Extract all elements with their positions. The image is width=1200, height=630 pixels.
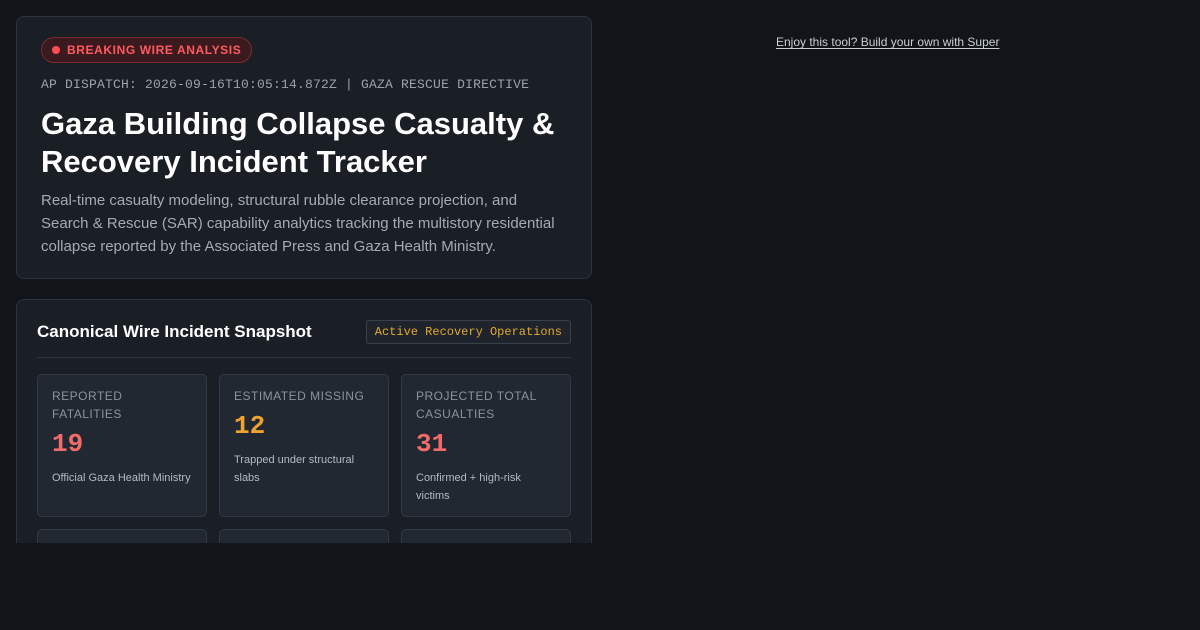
status-badge: Active Recovery Operations bbox=[365, 320, 571, 344]
page-title: Gaza Building Collapse Casualty & Recove… bbox=[41, 106, 555, 179]
metric-card-partial bbox=[219, 529, 389, 543]
incident-snapshot-card: Canonical Wire Incident Snapshot Active … bbox=[16, 299, 592, 543]
hero-card: BREAKING WIRE ANALYSIS AP DISPATCH: 2026… bbox=[16, 16, 592, 279]
metric-card-total-casualties: Projected Total Casualties 31 Confirmed … bbox=[401, 374, 571, 517]
breaking-badge: BREAKING WIRE ANALYSIS bbox=[41, 37, 253, 63]
metric-value: 12 bbox=[234, 411, 266, 441]
metric-value: 19 bbox=[52, 429, 84, 459]
snapshot-title: Canonical Wire Incident Snapshot bbox=[37, 322, 312, 341]
breaking-badge-label: BREAKING WIRE ANALYSIS bbox=[67, 43, 242, 57]
snapshot-header: Canonical Wire Incident Snapshot Active … bbox=[37, 320, 571, 358]
metrics-grid: Reported Fatalities 19 Official Gaza Hea… bbox=[37, 374, 571, 543]
main-column: BREAKING WIRE ANALYSIS AP DISPATCH: 2026… bbox=[16, 16, 592, 543]
metric-label: Projected Total Casualties bbox=[416, 389, 537, 421]
metric-card-partial bbox=[37, 529, 207, 543]
metric-note: Official Gaza Health Ministry bbox=[52, 472, 191, 484]
metric-value: 31 bbox=[416, 429, 448, 459]
metric-card-missing: Estimated Missing 12 Trapped under struc… bbox=[219, 374, 389, 517]
page-description: Real-time casualty modeling, structural … bbox=[41, 192, 555, 255]
metric-note: Confirmed + high-risk victims bbox=[416, 472, 521, 502]
metric-label: Reported Fatalities bbox=[52, 389, 123, 421]
metric-label: Estimated Missing bbox=[234, 389, 365, 403]
metric-card-fatalities: Reported Fatalities 19 Official Gaza Hea… bbox=[37, 374, 207, 517]
metric-note: Trapped under structural slabs bbox=[234, 454, 355, 484]
dispatch-line: AP DISPATCH: 2026-09-16T10:05:14.872Z | … bbox=[41, 77, 530, 92]
page: BREAKING WIRE ANALYSIS AP DISPATCH: 2026… bbox=[0, 0, 1200, 630]
metric-card-partial bbox=[401, 529, 571, 543]
build-your-own-link[interactable]: Enjoy this tool? Build your own with Sup… bbox=[776, 35, 999, 49]
live-dot-icon bbox=[52, 46, 60, 54]
